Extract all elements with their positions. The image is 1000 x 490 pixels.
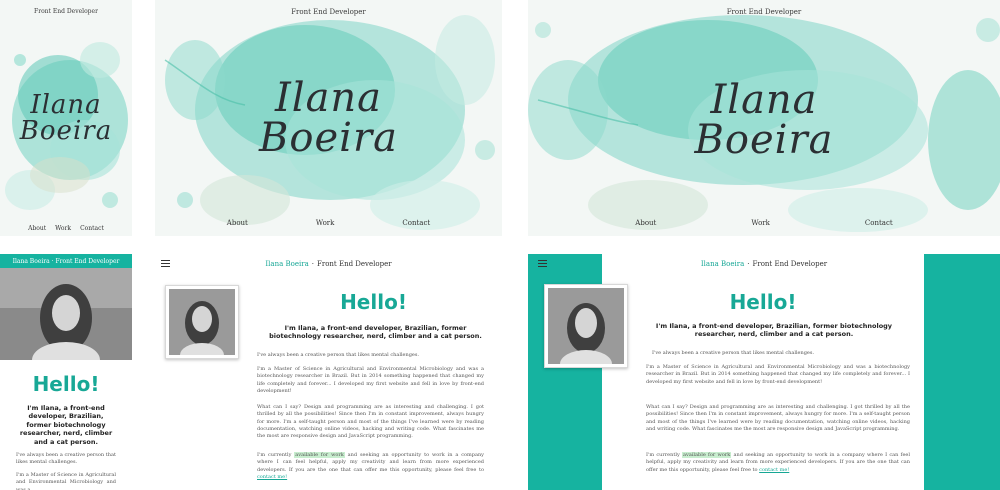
hero-nav: About Work Contact bbox=[0, 225, 132, 232]
nav-contact[interactable]: Contact bbox=[402, 219, 430, 227]
nav-work[interactable]: Work bbox=[316, 219, 335, 227]
header-role: Front End Developer bbox=[752, 260, 828, 268]
hero-top-title: Front End Developer bbox=[34, 8, 98, 15]
nav-contact[interactable]: Contact bbox=[80, 225, 104, 232]
nav-contact[interactable]: Contact bbox=[865, 219, 893, 227]
side-accent-right bbox=[924, 254, 1000, 490]
hero-panel-mobile: Front End Developer Ilana Boeira About W… bbox=[0, 0, 132, 236]
paragraph-4: I'm currently available for work and see… bbox=[257, 452, 484, 480]
hero-panel-tablet: Front End Developer Ilana Boeira About W… bbox=[155, 0, 502, 236]
nav-about[interactable]: About bbox=[227, 219, 248, 227]
nav-about[interactable]: About bbox=[28, 225, 46, 232]
hero-top-title: Front End Developer bbox=[726, 8, 802, 16]
intro-text: I'm Ilana, a front-end developer, Brazil… bbox=[655, 322, 893, 339]
hello-heading: Hello! bbox=[340, 290, 407, 314]
about-header: Ilana Boeira · Front End Developer bbox=[700, 260, 828, 268]
paragraph-2: I'm a Master of Science in Agricultural … bbox=[646, 364, 910, 385]
hello-heading: Hello! bbox=[729, 290, 797, 314]
portrait-image bbox=[0, 268, 132, 360]
paragraph-4: I'm currently available for work and see… bbox=[646, 452, 910, 473]
paragraph-2: I'm a Master of Science in Agricultural … bbox=[16, 472, 116, 490]
profile-photo bbox=[0, 268, 132, 360]
mobile-header: Ilana Boeira · Front End Developer bbox=[0, 254, 132, 268]
paragraph-3: What can I say? Design and programming a… bbox=[646, 404, 910, 432]
hero-nav: About Work Contact bbox=[528, 219, 1000, 227]
portrait-image bbox=[169, 289, 235, 367]
hero-top-title: Front End Developer bbox=[291, 8, 366, 16]
paragraph-1: I've always been a creative person that … bbox=[16, 452, 116, 466]
contact-link[interactable]: contact me! bbox=[257, 474, 287, 480]
hello-heading: Hello! bbox=[32, 372, 100, 396]
intro-text: I'm Ilana, a front-end developer, Brazil… bbox=[19, 404, 113, 446]
about-panel-desktop: Ilana Boeira · Front End Developer Hello… bbox=[528, 254, 1000, 490]
available-highlight: available for work bbox=[294, 452, 345, 458]
hero-name: Ilana Boeira bbox=[694, 77, 834, 163]
about-panel-tablet: Ilana Boeira · Front End Developer Hello… bbox=[155, 254, 502, 490]
paragraph-1: I've always been a creative person that … bbox=[652, 350, 815, 356]
header-brand[interactable]: Ilana Boeira bbox=[701, 260, 744, 268]
hero-name: Ilana Boeira bbox=[19, 90, 113, 146]
hero-panel-desktop: Front End Developer Ilana Boeira About W… bbox=[528, 0, 1000, 236]
header-brand[interactable]: Ilana Boeira bbox=[265, 260, 308, 268]
paragraph-3: What can I say? Design and programming a… bbox=[257, 404, 484, 439]
contact-link[interactable]: contact me! bbox=[759, 467, 789, 473]
header-role: Front End Developer bbox=[317, 260, 392, 268]
hero-name: Ilana Boeira bbox=[259, 75, 398, 161]
hero-nav: About Work Contact bbox=[155, 219, 502, 227]
nav-work[interactable]: Work bbox=[55, 225, 71, 232]
paragraph-1: I've always been a creative person that … bbox=[257, 352, 420, 358]
paragraph-2: I'm a Master of Science in Agricultural … bbox=[257, 366, 484, 394]
intro-text: I'm Ilana, a front-end developer, Brazil… bbox=[269, 324, 482, 341]
about-header: Ilana Boeira · Front End Developer bbox=[265, 260, 392, 268]
nav-work[interactable]: Work bbox=[751, 219, 770, 227]
available-highlight: available for work bbox=[682, 452, 732, 458]
nav-about[interactable]: About bbox=[635, 219, 656, 227]
profile-photo bbox=[165, 285, 239, 367]
about-panel-mobile: Ilana Boeira · Front End Developer Hello… bbox=[0, 254, 132, 490]
